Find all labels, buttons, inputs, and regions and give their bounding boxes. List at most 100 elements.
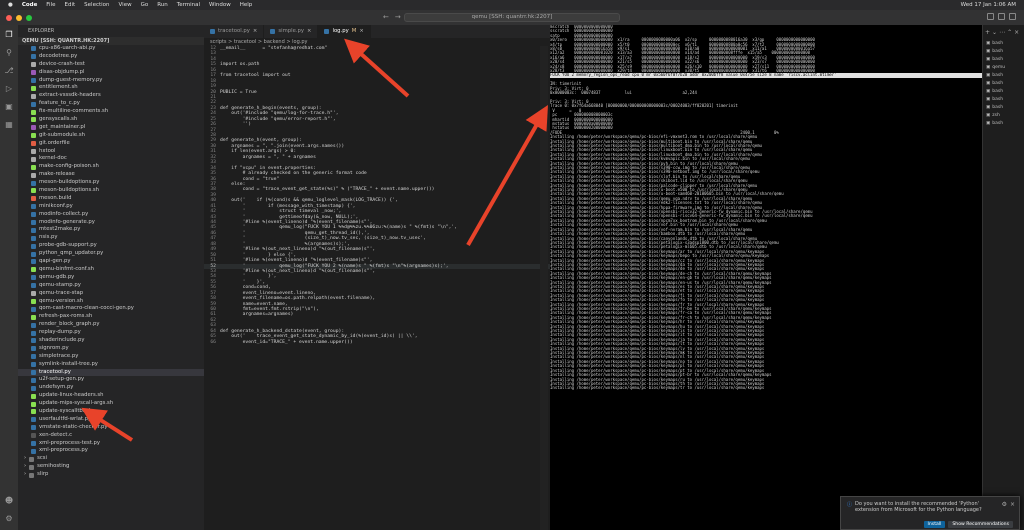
menu-item[interactable]: View [119,2,132,8]
search-icon[interactable]: ⚲ [4,48,14,58]
file-item[interactable]: mtest2make.py [18,226,204,234]
menu-item[interactable]: Window [209,2,231,8]
source-control-icon[interactable]: ⎇ [4,66,14,76]
breadcrumb[interactable]: scripts > tracetool > backend > log.py [204,38,550,46]
file-item[interactable]: qemu-version.sh [18,298,204,306]
extensions-icon[interactable]: ▦ [4,120,14,130]
terminal-instance[interactable]: ▣ bash [983,96,1024,104]
file-item[interactable]: entitlement.sh [18,84,204,92]
file-item[interactable]: xen-detect.c [18,432,204,440]
file-item[interactable]: device-crash-test [18,61,204,69]
menu-item[interactable]: Selection [84,2,109,8]
file-item[interactable]: git.orderfile [18,140,204,148]
file-item[interactable]: nsis.py [18,234,204,242]
file-item[interactable]: signrom.py [18,345,204,353]
file-item[interactable]: symlink-install-tree.py [18,361,204,369]
file-item[interactable]: meson-buildoptions.py [18,179,204,187]
file-item[interactable]: dump-guest-memory.py [18,77,204,85]
forward-arrow-icon[interactable]: → [395,13,401,21]
toggle-secondary-sidebar-icon[interactable] [1009,13,1016,20]
terminal-instance[interactable]: ▣ qemu [983,64,1024,72]
terminal-instance[interactable]: ▣ bash [983,80,1024,88]
file-item[interactable]: vmstate-static-checker.py [18,424,204,432]
file-item[interactable]: shaderinclude.py [18,337,204,345]
file-item[interactable]: refresh-pax-roms.sh [18,313,204,321]
terminal-instance[interactable]: ▣ bash [983,48,1024,56]
chevron-down-icon[interactable]: ⌄ [992,29,997,36]
close-window-button[interactable] [6,14,12,21]
file-item[interactable]: undefsym.py [18,384,204,392]
apple-menu-icon[interactable]: ● [8,2,13,8]
minimap[interactable] [540,46,548,530]
code-editor[interactable]: 12 __email__ = "stefanha@redhat.com" 13 14 1… [204,46,550,345]
notification-close-icon[interactable]: × [1010,501,1015,508]
file-item[interactable]: decodetree.py [18,53,204,61]
file-item[interactable]: qemu-trace-stap [18,290,204,298]
close-tab-icon[interactable]: × [307,25,311,38]
file-item[interactable]: probe-gdb-support.py [18,242,204,250]
file-item[interactable]: fix-multiline-comments.sh [18,108,204,116]
back-arrow-icon[interactable]: ← [383,13,389,21]
menu-item[interactable]: Help [240,2,253,8]
terminal-instance[interactable]: ▣ bash [983,88,1024,96]
folder-item[interactable]: › scsi [18,455,204,463]
terminal-instance[interactable]: ▣ bash [983,120,1024,128]
maximize-panel-icon[interactable]: ⌃ [1007,29,1012,36]
remote-explorer-icon[interactable]: ▣ [4,102,14,112]
file-item[interactable]: hxtool [18,148,204,156]
file-item[interactable]: userfaultfd-wrlat.py [18,416,204,424]
file-item[interactable]: cpu-x86-uarch-abi.py [18,45,204,53]
file-item[interactable]: render_block_graph.py [18,321,204,329]
menu-item[interactable]: Run [157,2,168,8]
file-item[interactable]: get_maintainer.pl [18,124,204,132]
file-item[interactable]: update-mips-syscall-args.sh [18,400,204,408]
editor-tab[interactable]: tracetool.py × [204,25,265,38]
terminal-instance[interactable]: ▣ bash [983,56,1024,64]
run-debug-icon[interactable]: ▷ [4,84,14,94]
command-center[interactable]: qemu [SSH: quantrr.hk:2207] [404,13,620,22]
menu-item[interactable]: File [46,2,55,8]
menu-item[interactable]: Edit [65,2,76,8]
editor-tab[interactable]: log.py M × [318,25,371,38]
file-item[interactable]: update-syscalltbl.sh [18,408,204,416]
file-item[interactable]: make-release [18,171,204,179]
file-item[interactable]: simpletrace.py [18,353,204,361]
folder-item[interactable]: › semihosting [18,463,204,471]
account-icon[interactable]: ☻ [4,496,14,506]
terminal-instance[interactable]: ▣ bash [983,72,1024,80]
minimize-window-button[interactable] [16,14,22,21]
file-item[interactable]: minikconf.py [18,203,204,211]
file-item[interactable]: replay-dump.py [18,329,204,337]
show-recommendations-button[interactable]: Show Recommendations [948,521,1013,528]
file-item[interactable]: make-config-poison.sh [18,163,204,171]
file-item[interactable]: qom-cast-macro-clean-cocci-gen.py [18,305,204,313]
notification-settings-icon[interactable]: ⚙ [1002,501,1007,508]
file-item[interactable]: git-submodule.sh [18,132,204,140]
file-item[interactable]: qemu-gdb.py [18,274,204,282]
file-item[interactable]: update-linux-headers.sh [18,392,204,400]
install-button[interactable]: Install [923,521,946,528]
add-terminal-icon[interactable]: + [985,29,990,36]
file-item[interactable]: xml-preprocess-test.py [18,440,204,448]
menu-item[interactable]: Terminal [177,2,200,8]
file-item[interactable]: modinfo-collect.py [18,211,204,219]
file-item[interactable]: qemu-stamp.py [18,282,204,290]
terminal-panel[interactable]: mscratch 0000000000000000 sscratch 000000… [550,25,982,530]
close-tab-icon[interactable]: × [359,25,363,38]
terminal-instance[interactable]: ▣ bash [983,104,1024,112]
explorer-icon[interactable]: ❐ [4,30,14,40]
close-panel-icon[interactable]: × [1014,29,1019,36]
terminal-instance[interactable]: ▣ bash [983,40,1024,48]
file-item[interactable]: qemu-binfmt-conf.sh [18,266,204,274]
file-item[interactable]: meson-buildoptions.sh [18,187,204,195]
file-item[interactable]: modinfo-generate.py [18,219,204,227]
file-item[interactable]: u2f-setup-gen.py [18,376,204,384]
file-item[interactable]: disas-objdump.pl [18,69,204,77]
file-item[interactable]: tracetool.py [18,368,204,377]
file-item[interactable]: extract-vsssdk-headers [18,92,204,100]
terminal-instance[interactable]: ▣ zsh [983,112,1024,120]
file-item[interactable]: meson.build [18,195,204,203]
toggle-sidebar-icon[interactable] [987,13,994,20]
file-item[interactable]: python_qmp_updater.py [18,250,204,258]
workspace-section-header[interactable]: QEMU [SSH: QUANTR.HK:2207] [18,37,204,45]
